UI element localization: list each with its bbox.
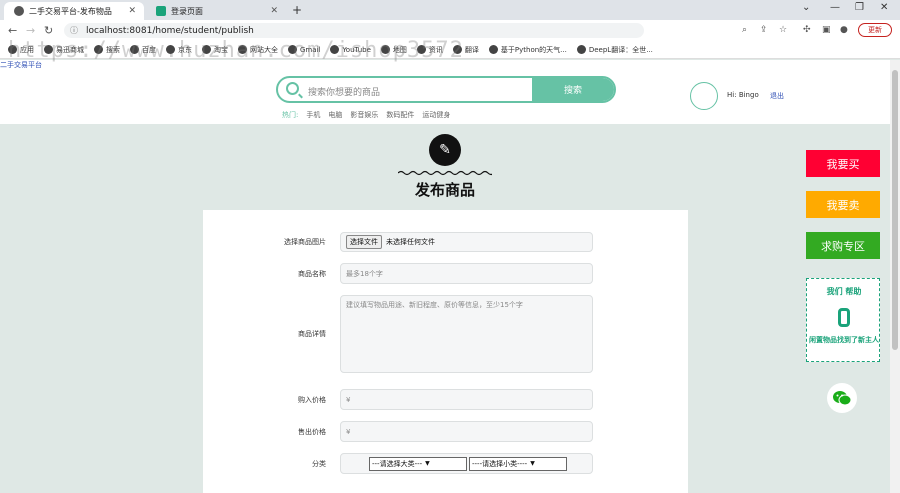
category-major-select[interactable]: ---请选择大类--- ▼ — [369, 456, 467, 471]
browser-tab-bar: 二手交易平台-发布物品 ✕ 登录页面 ✕ + ⌄ — ❐ ✕ — [0, 0, 900, 20]
profile-icon[interactable]: ● — [840, 25, 848, 35]
category-selects: ---请选择大类--- ▼ ----请选择小类---- ▼ — [340, 453, 593, 474]
extensions-icon[interactable]: ✣ — [803, 25, 811, 35]
hot-item-accessories[interactable]: 数码配件 — [386, 110, 414, 120]
hot-item-phone[interactable]: 手机 — [306, 110, 320, 120]
hot-item-sports[interactable]: 运动健身 — [422, 110, 450, 120]
help-count-digit — [838, 308, 850, 327]
bookmark-item[interactable]: DeepL翻译：全世... — [576, 45, 653, 55]
sell-button[interactable]: 我要卖 — [806, 191, 880, 218]
wave-divider — [398, 170, 492, 176]
page-title: 发布商品 — [414, 181, 475, 199]
maximize-icon[interactable]: ❐ — [855, 2, 864, 13]
update-button[interactable]: 更新 — [858, 23, 892, 37]
chevron-down-icon: ▼ — [425, 460, 430, 467]
avatar[interactable] — [690, 82, 718, 110]
username: Bingo — [738, 91, 759, 99]
hot-keywords: 热门: 手机 电脑 影音娱乐 数码配件 运动健身 — [282, 110, 458, 120]
user-greeting: Hi: Bingo — [727, 91, 759, 99]
detail-label: 商品详情 — [298, 330, 326, 338]
search-input[interactable]: 搜索你想要的商品 — [308, 85, 380, 98]
help-title: 我们 帮助 — [826, 287, 862, 296]
search-button[interactable]: 搜索 — [532, 78, 614, 101]
site-header: 二手交易平台 搜索你想要的商品 搜索 热门: 手机 电脑 影音娱乐 数码配件 运… — [0, 60, 890, 124]
sidepanel-icon[interactable]: ▣ — [822, 25, 831, 35]
tab-login[interactable]: 登录页面 ✕ — [146, 2, 286, 20]
url-text: localhost:8081/home/student/publish — [86, 25, 254, 36]
url-field[interactable]: ⓘ localhost:8081/home/student/publish — [64, 23, 644, 38]
forward-icon[interactable]: → — [26, 24, 35, 37]
tab-title: 二手交易平台-发布物品 — [29, 6, 112, 16]
want-button[interactable]: 求购专区 — [806, 232, 880, 259]
globe-icon — [14, 6, 24, 16]
buy-price-label: 购入价格 — [298, 396, 326, 404]
image-file-input[interactable]: 选择文件 未选择任何文件 — [340, 232, 593, 252]
name-input[interactable]: 最多18个字 — [340, 263, 593, 284]
file-status: 未选择任何文件 — [386, 238, 435, 246]
pencil-icon: ✎ — [429, 134, 461, 166]
image-label: 选择商品图片 — [284, 238, 326, 246]
new-tab-icon[interactable]: + — [292, 3, 302, 17]
page: 二手交易平台 搜索你想要的商品 搜索 热门: 手机 电脑 影音娱乐 数码配件 运… — [0, 60, 890, 493]
help-widget: 我们 帮助 闲置物品找到了新主人 — [806, 278, 880, 362]
sell-price-input[interactable]: ¥ — [340, 421, 593, 442]
name-label: 商品名称 — [298, 270, 326, 278]
tab-publish[interactable]: 二手交易平台-发布物品 ✕ — [4, 2, 144, 20]
back-icon[interactable]: ← — [8, 24, 17, 37]
page-scrollbar[interactable] — [890, 60, 900, 493]
logout-link[interactable]: 退出 — [770, 91, 784, 101]
buy-price-input[interactable]: ¥ — [340, 389, 593, 410]
category-label: 分类 — [312, 460, 326, 468]
category-minor-select[interactable]: ----请选择小类---- ▼ — [469, 456, 567, 471]
bookmark-icon — [488, 45, 498, 54]
wechat-icon[interactable] — [827, 383, 857, 413]
sell-price-label: 售出价格 — [298, 428, 326, 436]
detail-textarea[interactable]: 建议填写物品用途、新旧程度、原价等信息，至少15个字 — [340, 295, 593, 373]
choose-file-button[interactable]: 选择文件 — [346, 235, 382, 249]
bookmark-icon — [576, 45, 586, 54]
close-window-icon[interactable]: ✕ — [880, 2, 888, 13]
hot-item-computer[interactable]: 电脑 — [328, 110, 342, 120]
tab-title: 登录页面 — [171, 6, 203, 16]
reload-icon[interactable]: ↻ — [44, 24, 53, 37]
search-box: 搜索你想要的商品 搜索 — [276, 76, 616, 103]
star-icon[interactable]: ☆ — [779, 25, 787, 35]
minimize-icon[interactable]: — — [830, 2, 840, 13]
share-icon[interactable]: ⇪ — [760, 25, 768, 35]
bookmark-item[interactable]: 基于Python的天气... — [488, 45, 567, 55]
publish-form: 选择商品图片 选择文件 未选择任何文件 商品名称 最多18个字 商品详情 建议填… — [203, 210, 688, 493]
chevron-down-icon: ▼ — [530, 460, 535, 467]
tab-search-icon[interactable]: ⌄ — [802, 2, 810, 13]
scroll-thumb[interactable] — [892, 70, 898, 350]
info-icon[interactable]: ⓘ — [70, 25, 78, 36]
watermark: https://www.huzhan.com/ishop3572 — [8, 38, 464, 63]
close-tab-icon[interactable]: ✕ — [270, 6, 278, 16]
zoom-icon[interactable]: ⌕ — [742, 25, 747, 35]
search-icon — [286, 82, 299, 95]
help-subtitle: 闲置物品找到了新主人 — [809, 336, 879, 344]
close-tab-icon[interactable]: ✕ — [128, 6, 136, 16]
hot-item-media[interactable]: 影音娱乐 — [350, 110, 378, 120]
page-icon — [156, 6, 166, 16]
title-block: ✎ 发布商品 — [398, 132, 492, 202]
buy-button[interactable]: 我要买 — [806, 150, 880, 177]
hot-label: 热门: — [282, 111, 299, 119]
